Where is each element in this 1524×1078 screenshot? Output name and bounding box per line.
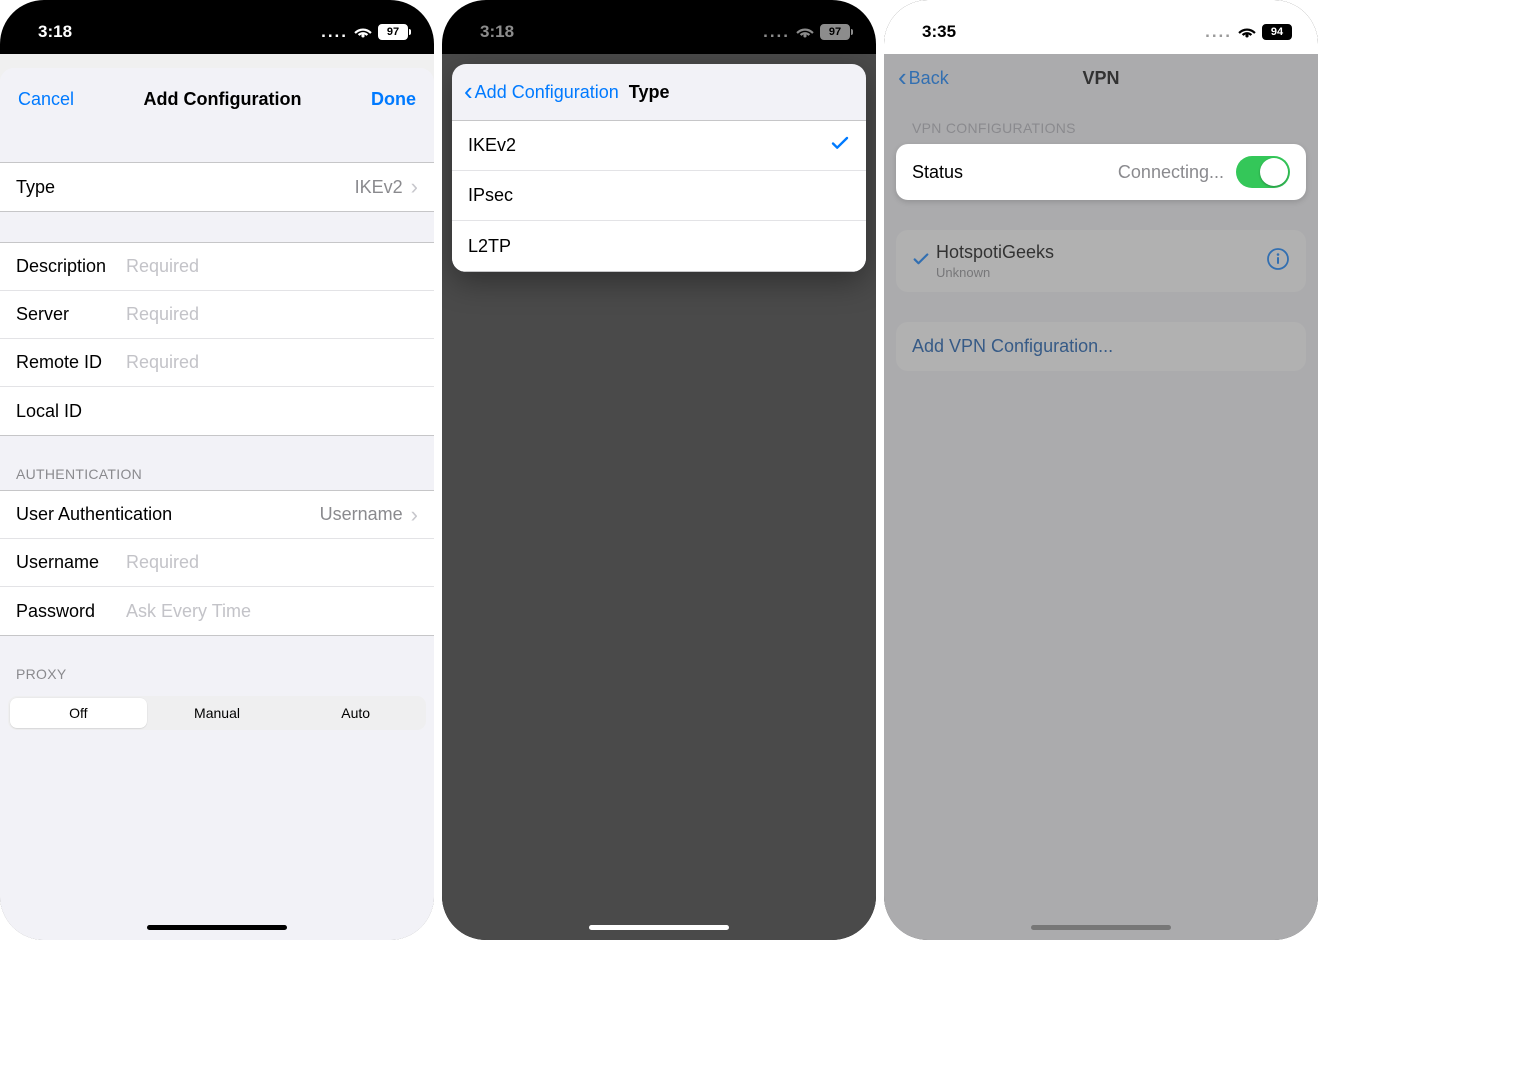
status-card: Status Connecting... (896, 144, 1306, 200)
add-vpn-button[interactable]: Add VPN Configuration... (896, 322, 1306, 371)
proxy-header: PROXY (0, 636, 434, 690)
server-input[interactable] (126, 304, 418, 325)
add-vpn-card: Add VPN Configuration... (896, 322, 1306, 371)
type-popover: ‹ Add Configuration Type IKEv2 IPsec L2T… (452, 64, 866, 272)
status-row[interactable]: Status Connecting... (896, 144, 1306, 200)
username-row[interactable]: Username (0, 539, 434, 587)
configs-header: VPN CONFIGURATIONS (884, 102, 1318, 144)
status-time: 3:18 (480, 22, 514, 42)
vpn-nav: ‹ Back VPN (884, 54, 1318, 102)
remote-id-input[interactable] (126, 352, 418, 373)
cancel-button[interactable]: Cancel (18, 89, 74, 110)
local-id-input[interactable] (126, 401, 418, 422)
user-auth-value: Username › (320, 504, 418, 525)
page-title: VPN (884, 68, 1318, 89)
popover-title: Type (629, 82, 670, 103)
type-value: IKEv2 › (355, 177, 418, 198)
remote-id-row[interactable]: Remote ID (0, 339, 434, 387)
local-id-label: Local ID (16, 401, 126, 422)
screen-vpn: 3:35 .... 94 ‹ Back VPN VPN CONFIGURATIO… (884, 0, 1318, 940)
username-input[interactable] (126, 552, 418, 573)
status-bar: 3:18 .... 97 (0, 0, 434, 54)
battery-icon: 97 (378, 24, 408, 40)
status-right: .... 97 (321, 24, 408, 40)
remote-id-label: Remote ID (16, 352, 126, 373)
type-label: Type (16, 177, 126, 198)
battery-icon: 97 (820, 24, 850, 40)
auth-header: AUTHENTICATION (0, 436, 434, 490)
home-indicator[interactable] (589, 925, 729, 930)
status-label: Status (912, 162, 963, 183)
status-bar: 3:18 .... 97 (442, 0, 876, 54)
status-value: Connecting... (1118, 162, 1224, 183)
back-button[interactable]: ‹ Add Configuration (464, 82, 619, 103)
vpn-entry-sub: Unknown (936, 265, 1266, 280)
status-time: 3:35 (922, 22, 956, 42)
wifi-icon (1238, 25, 1256, 39)
proxy-segmented[interactable]: Off Manual Auto (8, 696, 426, 730)
type-option-l2tp[interactable]: L2TP (452, 221, 866, 271)
vpn-entry[interactable]: HotspotiGeeks Unknown (896, 230, 1306, 292)
sheet-nav: Cancel Add Configuration Done (0, 68, 434, 132)
server-label: Server (16, 304, 126, 325)
proxy-auto[interactable]: Auto (287, 698, 424, 728)
description-label: Description (16, 256, 126, 277)
type-row[interactable]: Type IKEv2 › (0, 163, 434, 211)
status-toggle[interactable] (1236, 156, 1290, 188)
user-auth-label: User Authentication (16, 504, 172, 525)
type-option-ipsec[interactable]: IPsec (452, 171, 866, 221)
home-indicator[interactable] (1031, 925, 1171, 930)
status-bar: 3:35 .... 94 (884, 0, 1318, 54)
page-title: Add Configuration (144, 89, 302, 110)
screen-add-configuration: 3:18 .... 97 Cancel Add Configuration Do… (0, 0, 434, 940)
password-input[interactable] (126, 601, 418, 622)
user-auth-row[interactable]: User Authentication Username › (0, 491, 434, 539)
proxy-manual[interactable]: Manual (149, 698, 286, 728)
vpn-entry-card: HotspotiGeeks Unknown (896, 230, 1306, 292)
status-right: .... 94 (1205, 24, 1292, 40)
wifi-icon (354, 25, 372, 39)
type-option-ikev2[interactable]: IKEv2 (452, 121, 866, 171)
check-icon (830, 133, 850, 158)
description-row[interactable]: Description (0, 243, 434, 291)
vpn-entry-name: HotspotiGeeks (936, 242, 1266, 263)
wifi-icon (796, 25, 814, 39)
server-row[interactable]: Server (0, 291, 434, 339)
password-row[interactable]: Password (0, 587, 434, 635)
description-input[interactable] (126, 256, 418, 277)
check-icon (912, 250, 936, 273)
battery-icon: 94 (1262, 24, 1292, 40)
home-indicator[interactable] (147, 925, 287, 930)
done-button[interactable]: Done (371, 89, 416, 110)
local-id-row[interactable]: Local ID (0, 387, 434, 435)
username-label: Username (16, 552, 126, 573)
status-right: .... 97 (763, 24, 850, 40)
status-time: 3:18 (38, 22, 72, 42)
screen-type-picker: 3:18 .... 97 ‹ Add Configuration Type IK… (442, 0, 876, 940)
info-icon[interactable] (1266, 247, 1290, 276)
proxy-off[interactable]: Off (10, 698, 147, 728)
popover-nav: ‹ Add Configuration Type (452, 64, 866, 120)
password-label: Password (16, 601, 126, 622)
add-config-sheet: Cancel Add Configuration Done Type IKEv2… (0, 68, 434, 940)
